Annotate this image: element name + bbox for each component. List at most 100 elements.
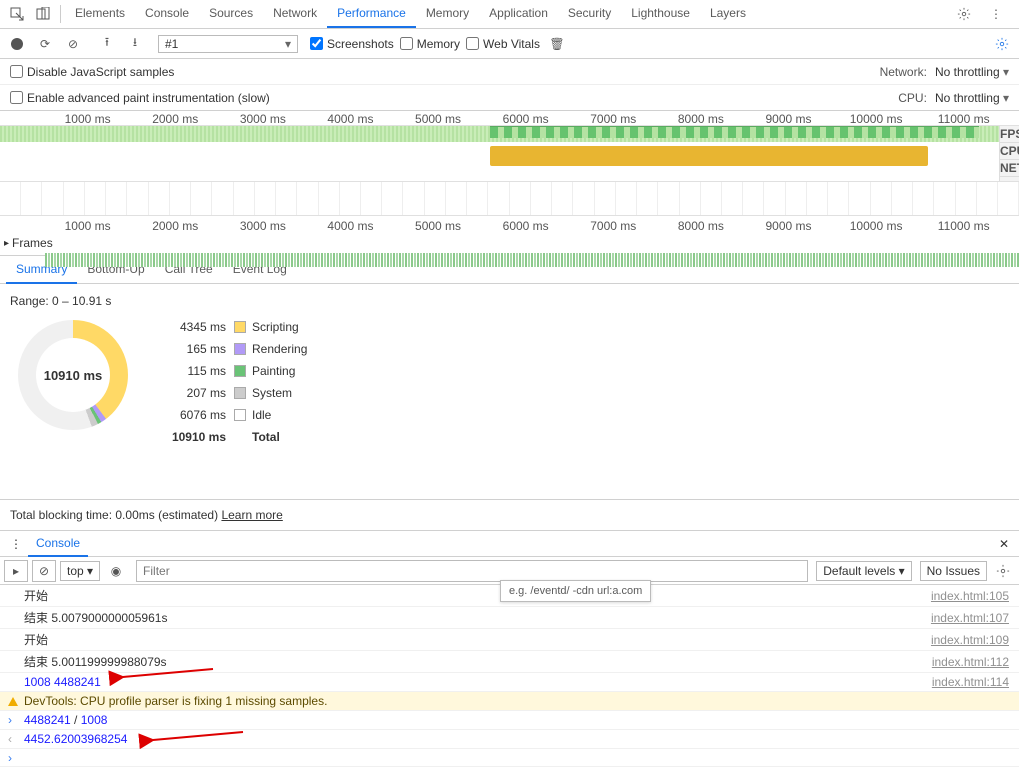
ruler-tick: 2000 ms: [152, 112, 198, 126]
lane-label: NET: [1000, 160, 1019, 177]
tbt-learn-more-link[interactable]: Learn more: [221, 508, 282, 522]
ruler-tick: 6000 ms: [503, 112, 549, 126]
tab-lighthouse[interactable]: Lighthouse: [621, 0, 700, 28]
ruler-tick: 8000 ms: [678, 219, 724, 233]
webvitals-checkbox[interactable]: Web Vitals: [466, 37, 540, 51]
disable-js-checkbox[interactable]: Disable JavaScript samples: [10, 65, 174, 79]
console-line: 4488241 / 1008: [0, 711, 1019, 730]
screenshots-checkbox[interactable]: Screenshots: [310, 37, 394, 51]
settings-icon[interactable]: [951, 1, 977, 27]
memory-label: Memory: [417, 37, 460, 51]
total-blocking-time: Total blocking time: 0.00ms (estimated) …: [0, 499, 1019, 531]
garbage-icon[interactable]: 🗑: [546, 33, 568, 55]
legend-row-rendering: 165 msRendering: [160, 342, 307, 356]
screenshots-label: Screenshots: [327, 37, 394, 51]
ruler-tick: 6000 ms: [503, 219, 549, 233]
console-settings-icon[interactable]: [991, 560, 1015, 582]
tab-network[interactable]: Network: [263, 0, 327, 28]
expand-frames-icon[interactable]: ▸: [4, 238, 9, 249]
legend-row-system: 207 msSystem: [160, 386, 307, 400]
record-button[interactable]: [6, 33, 28, 55]
profile-selector[interactable]: #1: [158, 35, 298, 53]
tab-security[interactable]: Security: [558, 0, 621, 28]
source-link[interactable]: index.html:105: [931, 589, 1009, 603]
ruler-tick: 11000 ms: [938, 112, 990, 126]
ruler-tick: 10000 ms: [850, 112, 903, 126]
console-line: DevTools: CPU profile parser is fixing 1…: [0, 692, 1019, 711]
ruler-tick: 9000 ms: [765, 112, 811, 126]
close-drawer-icon[interactable]: ✕: [993, 537, 1015, 551]
tbt-text: Total blocking time: 0.00ms (estimated): [10, 508, 218, 522]
reload-button[interactable]: ⟳: [34, 33, 56, 55]
drawer-menu-icon[interactable]: ⋮: [4, 537, 28, 551]
inspect-icon[interactable]: [4, 1, 30, 27]
console-context-select[interactable]: top ▾: [60, 561, 100, 581]
legend-total: 10910 msTotal: [160, 430, 307, 444]
ruler-tick: 7000 ms: [590, 219, 636, 233]
more-icon[interactable]: ⋮: [983, 1, 1009, 27]
capture-settings-icon[interactable]: [991, 33, 1013, 55]
ruler-tick: 3000 ms: [240, 219, 286, 233]
tab-layers[interactable]: Layers: [700, 0, 756, 28]
timeline[interactable]: 1000 ms2000 ms3000 ms4000 ms5000 ms6000 …: [0, 111, 1019, 256]
source-link[interactable]: index.html:112: [932, 655, 1009, 669]
tab-elements[interactable]: Elements: [65, 0, 135, 28]
console-line: 结束 5.007900000005961sindex.html:107: [0, 607, 1019, 629]
load-profile-button[interactable]: ⭱: [96, 33, 118, 55]
legend-row-scripting: 4345 msScripting: [160, 320, 307, 334]
live-expression-icon[interactable]: ◉: [104, 560, 128, 582]
ruler-tick: 9000 ms: [765, 219, 811, 233]
tab-memory[interactable]: Memory: [416, 0, 479, 28]
ruler-tick: 3000 ms: [240, 112, 286, 126]
cpu-label: CPU:: [898, 91, 927, 105]
frames-label: Frames: [12, 236, 53, 250]
source-link[interactable]: index.html:114: [932, 675, 1009, 689]
ruler-tick: 7000 ms: [590, 112, 636, 126]
ruler-tick: 4000 ms: [327, 219, 373, 233]
lane-label: CPU: [1000, 143, 1019, 160]
advanced-paint-label: Enable advanced paint instrumentation (s…: [27, 91, 270, 105]
advanced-paint-checkbox[interactable]: Enable advanced paint instrumentation (s…: [10, 91, 270, 105]
clear-button[interactable]: ⊘: [62, 33, 84, 55]
memory-checkbox[interactable]: Memory: [400, 37, 460, 51]
frames-strip[interactable]: [45, 253, 1019, 267]
console-clear-button[interactable]: ⊘: [32, 560, 56, 582]
log-levels-select[interactable]: Default levels ▾: [816, 561, 911, 581]
ruler-tick: 10000 ms: [850, 219, 903, 233]
ruler-tick: 2000 ms: [152, 219, 198, 233]
source-link[interactable]: index.html:107: [931, 611, 1009, 625]
ruler-tick: 8000 ms: [678, 112, 724, 126]
cpu-throttling-select[interactable]: No throttling: [935, 91, 1009, 105]
ruler-tick: 5000 ms: [415, 112, 461, 126]
console-output[interactable]: e.g. /eventd/ -cdn url:a.com 开始index.htm…: [0, 585, 1019, 767]
legend-row-painting: 115 msPainting: [160, 364, 307, 378]
disable-js-label: Disable JavaScript samples: [27, 65, 174, 79]
tab-console[interactable]: Console: [135, 0, 199, 28]
summary-pane: Range: 0 – 10.91 s 10910 ms 4345 msScrip…: [0, 284, 1019, 499]
console-line: 4452.62003968254: [0, 730, 1019, 749]
save-profile-button[interactable]: ⭳: [124, 33, 146, 55]
legend-row-idle: 6076 msIdle: [160, 408, 307, 422]
tab-application[interactable]: Application: [479, 0, 558, 28]
ruler-tick: 11000 ms: [938, 219, 990, 233]
source-link[interactable]: index.html:109: [931, 633, 1009, 647]
network-label: Network:: [880, 65, 927, 79]
lane-label: FPS: [1000, 126, 1019, 143]
device-icon[interactable]: [30, 1, 56, 27]
issues-button[interactable]: No Issues: [920, 561, 987, 581]
console-sidebar-toggle[interactable]: ▸: [4, 560, 28, 582]
network-throttling-select[interactable]: No throttling: [935, 65, 1009, 79]
tab-sources[interactable]: Sources: [199, 0, 263, 28]
console-line: 1008 4488241index.html:114: [0, 673, 1019, 692]
console-tab[interactable]: Console: [28, 531, 88, 557]
ruler-tick: 5000 ms: [415, 219, 461, 233]
console-line: 结束 5.001199999988079sindex.html:112: [0, 651, 1019, 673]
webvitals-label: Web Vitals: [483, 37, 540, 51]
tab-performance[interactable]: Performance: [327, 0, 416, 28]
summary-donut: 10910 ms: [18, 320, 128, 430]
ruler-tick: 4000 ms: [327, 112, 373, 126]
console-line: 开始index.html:109: [0, 629, 1019, 651]
donut-center-value: 10910 ms: [18, 320, 128, 430]
console-filter-input[interactable]: [136, 560, 808, 582]
filter-hint-tooltip: e.g. /eventd/ -cdn url:a.com: [500, 580, 651, 602]
